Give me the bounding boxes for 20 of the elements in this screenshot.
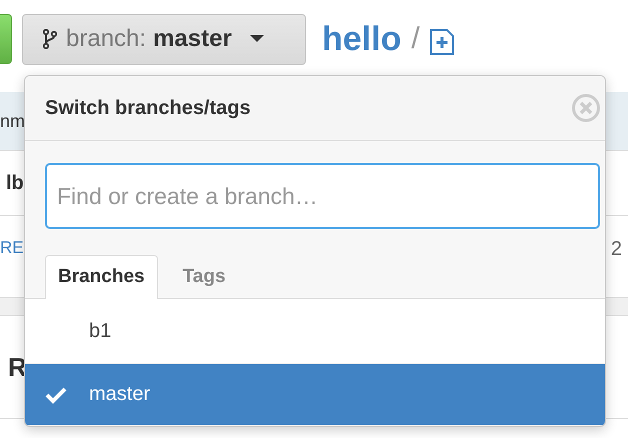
table-text: 2 — [610, 238, 622, 261]
table-text: RE — [0, 238, 24, 258]
table-text: lb — [6, 172, 24, 194]
repo-name-link[interactable]: hello — [322, 20, 402, 58]
new-file-icon[interactable] — [430, 29, 454, 55]
branch-item[interactable]: b1 — [25, 299, 605, 364]
action-button[interactable] — [0, 14, 12, 64]
branch-filter-field[interactable]: Find or create a branch… — [45, 163, 600, 229]
branch-name: b1 — [89, 320, 112, 342]
table-text: nm — [0, 110, 26, 132]
tab[interactable]: Branches — [45, 255, 158, 299]
caret-icon — [250, 35, 264, 43]
branch-icon — [43, 29, 57, 49]
check-icon — [45, 386, 67, 404]
branch-name: master — [89, 383, 150, 406]
dropdown-title: Switch branches/tags — [45, 96, 251, 120]
branch-select-button[interactable]: branch: master — [22, 14, 306, 64]
path-separator: / — [411, 22, 420, 56]
close-icon[interactable] — [571, 93, 601, 123]
branch-item[interactable]: master — [25, 364, 605, 426]
